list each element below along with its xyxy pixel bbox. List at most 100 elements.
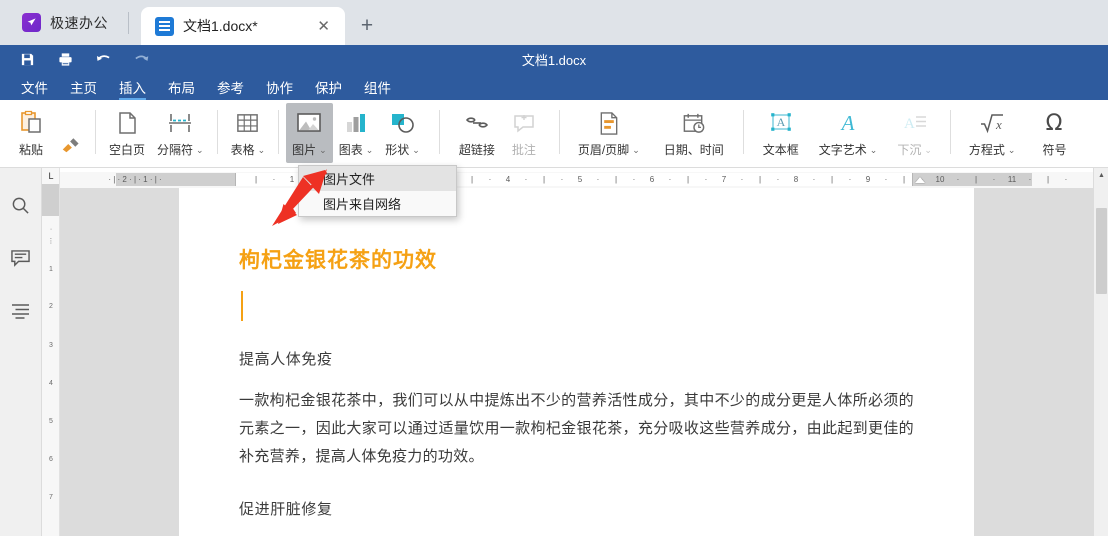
hyperlink-button[interactable]: 超链接 xyxy=(453,103,501,163)
header-footer-label: 页眉/页脚 ⌄ xyxy=(578,141,640,158)
menu-item-picture-from-web[interactable]: 图片来自网络 xyxy=(299,191,456,216)
svg-text:Ω: Ω xyxy=(1046,111,1063,135)
print-button[interactable] xyxy=(46,45,84,74)
brand-area[interactable]: 极速办公 xyxy=(0,0,128,45)
hyperlink-label: 超链接 xyxy=(458,143,495,157)
search-icon[interactable] xyxy=(6,192,36,218)
format-painter-button[interactable] xyxy=(54,103,88,163)
ribbon-group-text: A 文本框 A 文字艺术 ⌄ A 下沉 ⌄ xyxy=(757,100,938,168)
hruler-tick: · xyxy=(272,175,276,184)
menu-item-picture-from-file[interactable]: 图片文件 xyxy=(299,166,456,191)
hruler-tick: 9 xyxy=(865,175,871,184)
svg-text:x: x xyxy=(995,117,1002,132)
picture-icon xyxy=(295,108,323,138)
brand-divider xyxy=(128,11,129,34)
paste-button[interactable]: 粘贴 xyxy=(8,103,54,163)
hruler-tick: | xyxy=(542,175,546,184)
close-icon[interactable]: ✕ xyxy=(314,19,333,34)
chevron-down-icon[interactable]: ⌄ xyxy=(366,145,374,156)
ribbon-divider xyxy=(438,110,440,154)
word-document-icon xyxy=(155,16,174,36)
datetime-button[interactable]: 日期、时间 xyxy=(658,103,730,163)
ribbon-divider xyxy=(558,110,560,154)
drop-cap-label: 下沉 ⌄ xyxy=(897,141,932,158)
menu-item-file[interactable]: 文件 xyxy=(10,74,59,100)
chart-text: 图表 xyxy=(338,143,363,157)
textbox-icon: A xyxy=(768,108,794,138)
undo-button[interactable] xyxy=(84,45,122,74)
picture-button[interactable]: 图片 ⌄ xyxy=(286,103,333,163)
vruler-tick: 6 xyxy=(49,456,53,463)
chevron-down-icon[interactable]: ⌄ xyxy=(196,145,204,156)
menu-item-components[interactable]: 组件 xyxy=(353,74,402,100)
save-button[interactable] xyxy=(8,45,46,74)
drop-cap-button: A 下沉 ⌄ xyxy=(891,103,938,163)
chart-icon xyxy=(343,108,369,138)
document-canvas[interactable]: 枸杞金银花茶的功效 提高人体免疫 一款枸杞金银花茶中，我们可以从中提炼出不少的营… xyxy=(60,188,1093,536)
scroll-up-button[interactable]: ▲ xyxy=(1094,168,1108,183)
chevron-down-icon[interactable]: ⌄ xyxy=(632,145,640,156)
table-button[interactable]: 表格 ⌄ xyxy=(225,103,272,163)
equation-text: 方程式 xyxy=(968,143,1005,157)
outline-icon[interactable] xyxy=(6,298,36,324)
scrollbar-thumb[interactable] xyxy=(1096,208,1107,294)
comment-label: 批注 xyxy=(511,143,536,157)
vruler-tick: 3 xyxy=(49,342,53,349)
header-footer-text: 页眉/页脚 xyxy=(577,143,630,157)
menu-item-reference[interactable]: 参考 xyxy=(206,74,255,100)
hruler-tick: | xyxy=(902,175,906,184)
equation-button[interactable]: x 方程式 ⌄ xyxy=(963,103,1022,163)
menu-item-collaborate[interactable]: 协作 xyxy=(255,74,304,100)
vertical-ruler[interactable]: L · ⋮ 1 2 3 4 5 6 7 xyxy=(42,168,60,536)
shape-button[interactable]: 形状 ⌄ xyxy=(379,103,426,163)
picture-dropdown-menu[interactable]: 图片文件 图片来自网络 xyxy=(298,165,457,217)
chevron-down-icon[interactable]: ⌄ xyxy=(412,145,420,156)
ribbon-toolbar: 粘贴 空白页 分隔符 ⌄ 表格 ⌄ 图片 ⌄ 图表 ⌄ 形状 ⌄ 超链接 批注 … xyxy=(0,100,1108,168)
ribbon-divider xyxy=(278,110,280,154)
textbox-button[interactable]: A 文本框 xyxy=(757,103,805,163)
page-break-label: 分隔符 ⌄ xyxy=(157,141,204,158)
hruler-tick: | xyxy=(254,175,258,184)
omega-icon: Ω xyxy=(1041,108,1067,138)
hruler-tick: · xyxy=(776,175,780,184)
document-page[interactable]: 枸杞金银花茶的功效 提高人体免疫 一款枸杞金银花茶中，我们可以从中提炼出不少的营… xyxy=(179,188,974,536)
hruler-tick: 8 xyxy=(793,175,799,184)
hruler-tick: | xyxy=(830,175,834,184)
blank-page-button[interactable]: 空白页 xyxy=(103,103,151,163)
chart-button[interactable]: 图表 ⌄ xyxy=(333,103,380,163)
hruler-tick: · xyxy=(596,175,600,184)
document-tab[interactable]: 文档1.docx* ✕ xyxy=(141,7,345,45)
brand-label: 极速办公 xyxy=(50,14,108,31)
picture-label: 图片 ⌄ xyxy=(292,141,327,158)
header-footer-button[interactable]: 页眉/页脚 ⌄ xyxy=(572,103,646,163)
menu-item-layout[interactable]: 布局 xyxy=(157,74,206,100)
format-painter-icon xyxy=(60,129,82,159)
vertical-scrollbar[interactable]: ▲ xyxy=(1093,168,1108,536)
hruler-tick: | xyxy=(470,175,474,184)
chevron-down-icon[interactable]: ⌄ xyxy=(258,145,266,156)
page-break-icon xyxy=(166,108,194,138)
chevron-down-icon[interactable]: ⌄ xyxy=(1008,145,1016,156)
horizontal-ruler[interactable]: · | · 2 · | · 1 · | · | · 1 · | · 2 · | … xyxy=(60,172,1093,188)
page-break-button[interactable]: 分隔符 ⌄ xyxy=(151,103,210,163)
paste-label: 粘贴 xyxy=(18,143,43,157)
menu-item-protect[interactable]: 保护 xyxy=(304,74,353,100)
redo-button[interactable] xyxy=(122,45,160,74)
comment-icon[interactable] xyxy=(6,245,36,271)
menu-item-insert[interactable]: 插入 xyxy=(108,74,157,100)
wordart-button[interactable]: A 文字艺术 ⌄ xyxy=(813,103,884,163)
calendar-clock-icon xyxy=(681,108,707,138)
chevron-down-icon[interactable]: ⌄ xyxy=(319,145,327,156)
clipboard-icon xyxy=(17,108,45,138)
ruler-corner-tabstop[interactable]: L xyxy=(42,168,59,184)
table-text: 表格 xyxy=(230,143,255,157)
menu-item-home[interactable]: 主页 xyxy=(59,74,108,100)
page-break-text: 分隔符 xyxy=(157,143,194,157)
left-sidebar xyxy=(0,168,42,536)
symbol-button[interactable]: Ω 符号 xyxy=(1031,103,1077,163)
new-tab-button[interactable]: + xyxy=(345,7,389,45)
hruler-tick: 10 xyxy=(935,175,945,184)
svg-text:A: A xyxy=(776,115,785,129)
chevron-down-icon[interactable]: ⌄ xyxy=(870,145,878,156)
shape-icon xyxy=(389,108,416,138)
